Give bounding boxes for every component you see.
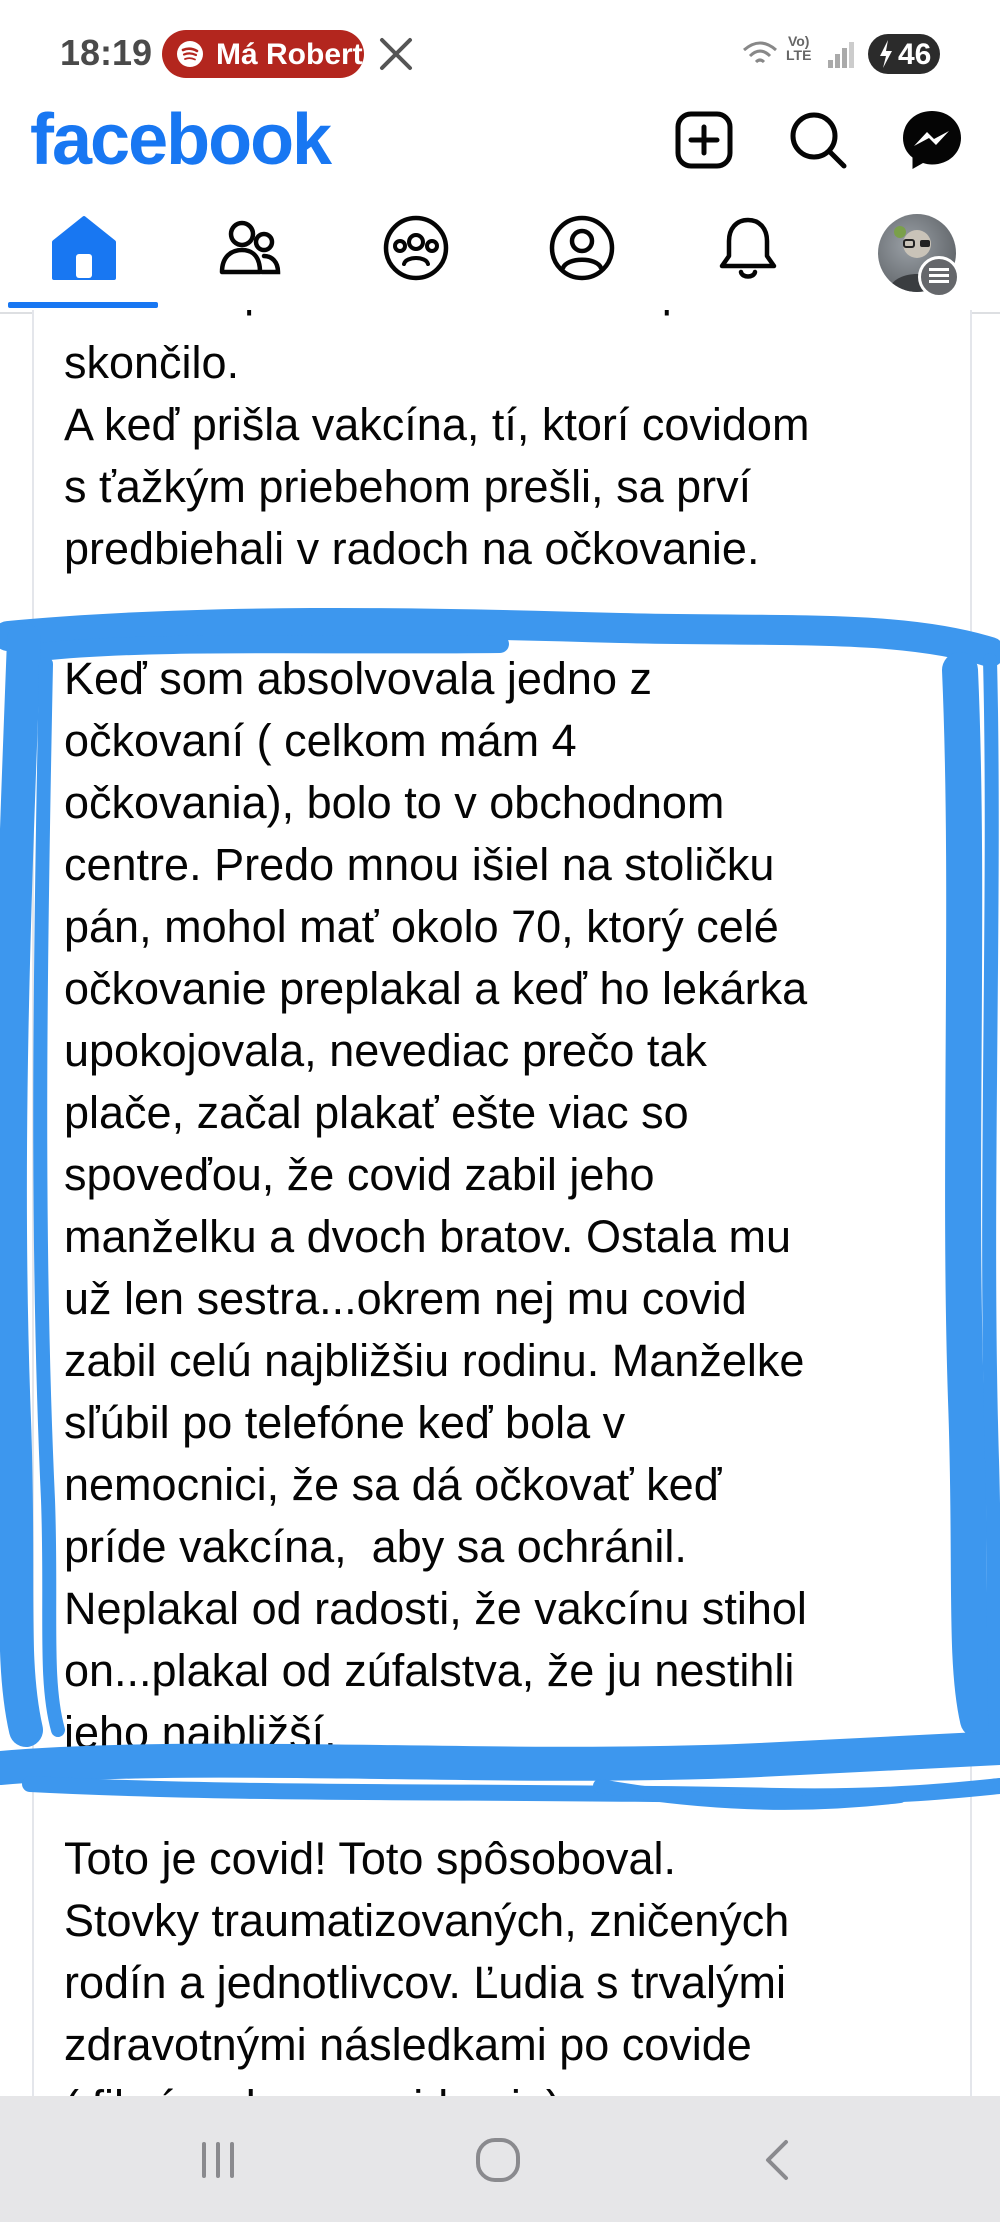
battery-percent: 46 (898, 38, 932, 71)
post-paragraph-3: Toto je covid! Toto spôsoboval. Stovky t… (64, 1833, 790, 2100)
tab-home[interactable] (48, 212, 120, 284)
search-button[interactable] (786, 108, 850, 172)
spotify-icon (177, 41, 203, 67)
friends-icon (219, 220, 281, 275)
volte-indicator: Vo) LTE (786, 33, 812, 63)
bell-icon (719, 217, 777, 279)
facebook-logo[interactable]: facebook (30, 100, 332, 180)
charging-icon (880, 40, 892, 68)
back-icon (766, 2140, 788, 2180)
home-icon (52, 216, 116, 280)
recents-button[interactable] (188, 2130, 248, 2190)
wifi-icon (743, 41, 777, 64)
post-text-cut: mesiace po tom ako celé toto peklo (64, 310, 769, 322)
recents-icon (202, 2142, 234, 2178)
post-paragraph-1: skončilo. A keď prišla vakcína, tí, ktor… (64, 337, 810, 574)
tab-notifications[interactable] (712, 212, 784, 284)
create-button[interactable] (672, 108, 736, 172)
tab-profile[interactable] (546, 212, 618, 284)
home-circle-icon (476, 2138, 520, 2182)
groups-icon (383, 215, 449, 281)
search-icon (790, 112, 847, 169)
menu-badge[interactable] (918, 256, 960, 298)
status-bar: 18:19 Má Robert Vo) LTE 46 (0, 0, 1000, 100)
messenger-button[interactable] (900, 108, 964, 172)
create-icon (675, 111, 733, 169)
status-time: 18:19 (60, 32, 153, 73)
post-body: mesiace po tom ako celé toto peklo skonč… (32, 310, 972, 2100)
now-playing-pill[interactable]: Má Robert (162, 30, 364, 78)
post-paragraph-2: Keď som absolvovala jedno z očkovaní ( c… (64, 653, 808, 1758)
active-tab-indicator (8, 302, 158, 308)
back-button[interactable] (748, 2130, 808, 2190)
signal-icon (828, 42, 854, 68)
battery-indicator: 46 (868, 34, 940, 74)
profile-icon (549, 215, 615, 281)
now-playing-text: Má Robert (216, 38, 363, 71)
messenger-icon (903, 111, 961, 169)
home-nav-button[interactable] (468, 2130, 528, 2190)
tab-groups[interactable] (380, 212, 452, 284)
tab-friends[interactable] (214, 212, 286, 284)
tab-bar (0, 200, 1000, 314)
x-app-icon (380, 38, 412, 70)
